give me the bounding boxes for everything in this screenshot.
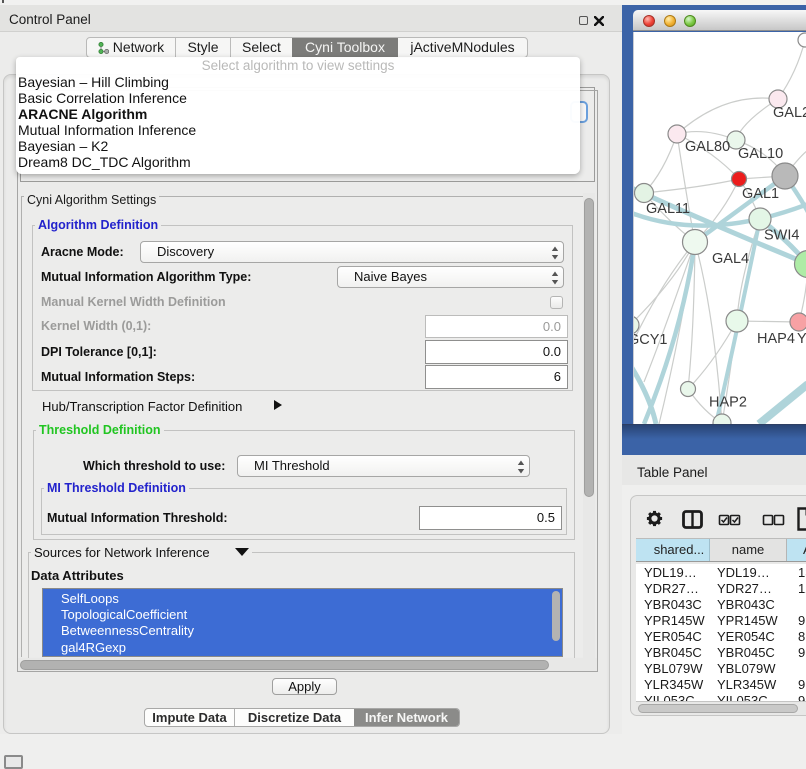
svg-text:GAL11: GAL11 xyxy=(646,201,690,217)
svg-text:GAL2: GAL2 xyxy=(773,105,806,121)
svg-text:GAL1: GAL1 xyxy=(742,186,779,202)
svg-text:GAL4: GAL4 xyxy=(712,251,749,267)
svg-text:SWI4: SWI4 xyxy=(764,228,799,244)
svg-text:HAP2: HAP2 xyxy=(709,395,747,411)
svg-text:GCY1: GCY1 xyxy=(634,332,668,348)
svg-text:YJ: YJ xyxy=(797,331,806,347)
svg-text:GAL10: GAL10 xyxy=(738,146,783,162)
svg-text:HAP4: HAP4 xyxy=(757,331,795,347)
svg-text:GAL80: GAL80 xyxy=(685,139,730,155)
